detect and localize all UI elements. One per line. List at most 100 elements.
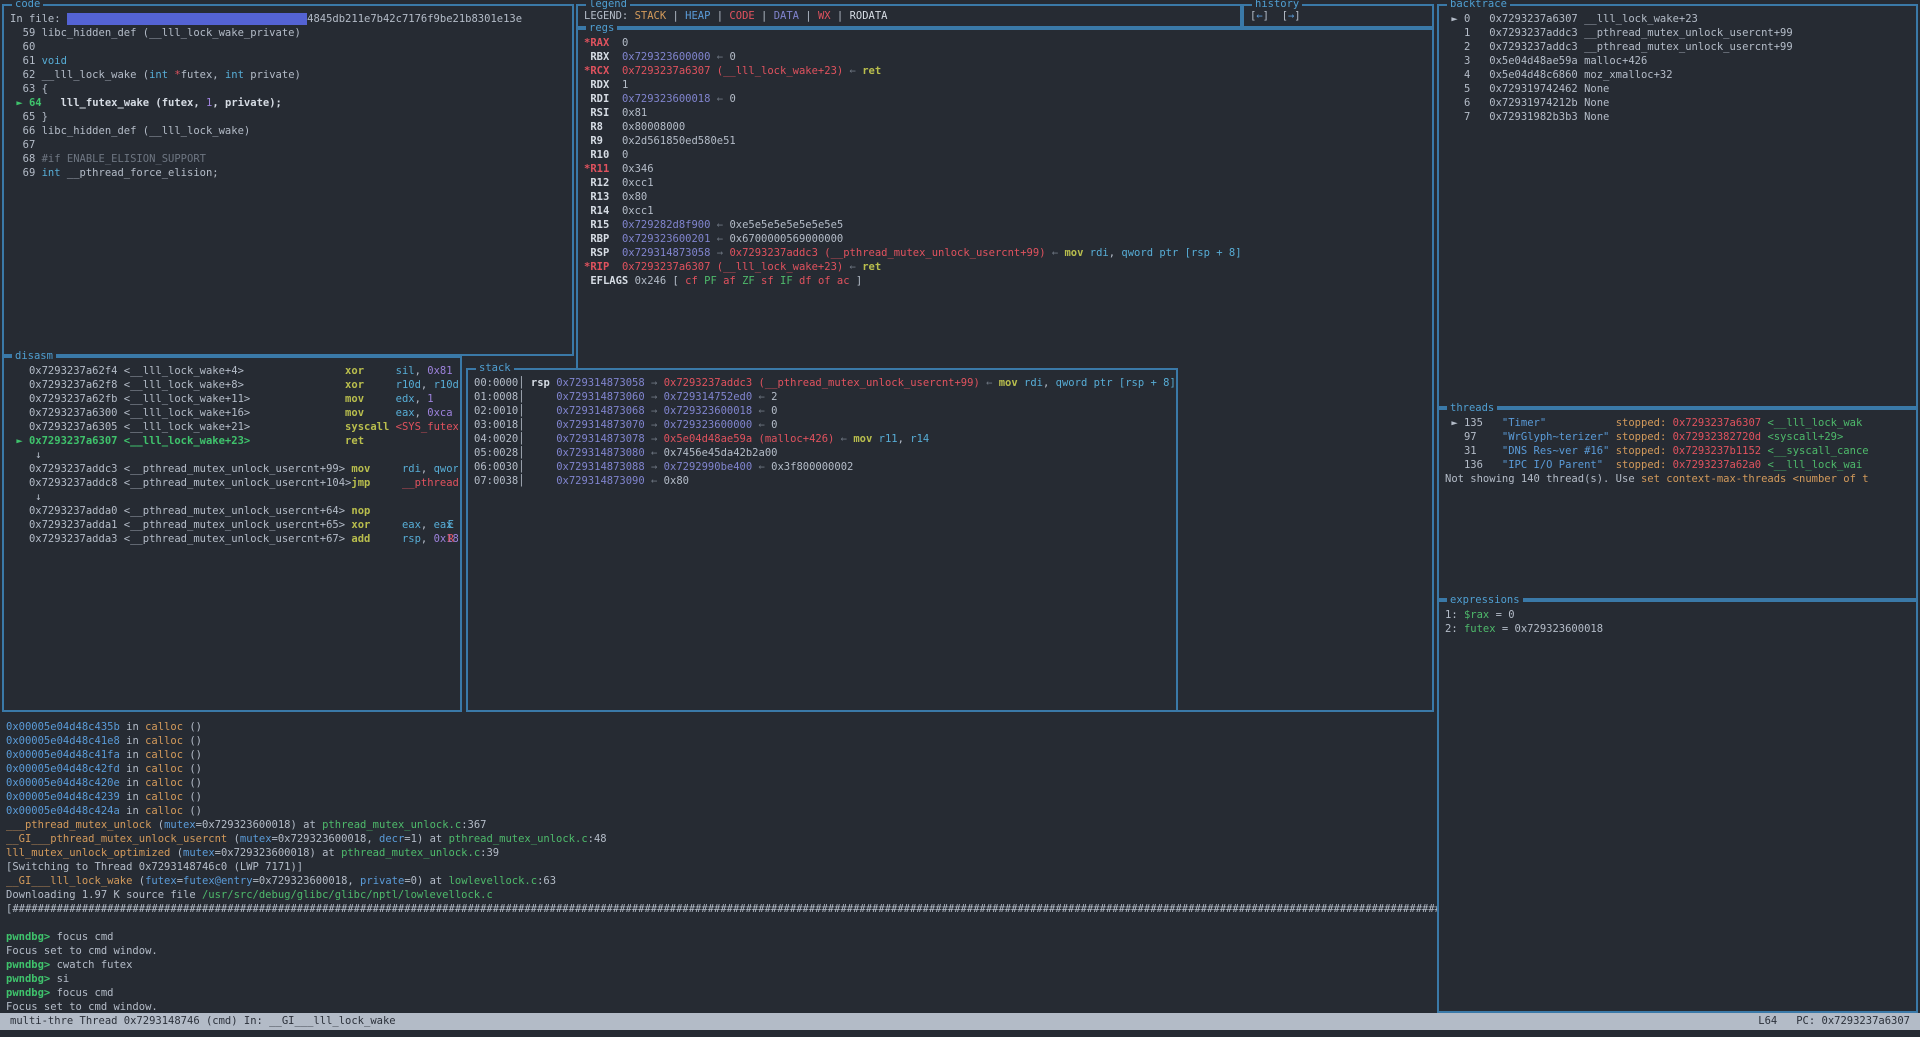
terminal-text-segment: int xyxy=(149,69,168,81)
terminal-text-segment: 0x7293237adda0 <__pthread_mutex_unlock_u… xyxy=(10,505,351,517)
command-output-window[interactable]: 0x00005e04d48c435b in calloc ()0x00005e0… xyxy=(0,712,1437,1013)
terminal-text-segment: 0x81 xyxy=(609,107,647,119)
terminal-text-segment: __GI___pthread_mutex_unlock_usercnt xyxy=(6,833,227,845)
backtrace-panel-body: ► 0 0x7293237a6307 __lll_lock_wake+23 1 … xyxy=(1439,6,1916,406)
terminal-text-segment: 0 xyxy=(729,51,735,63)
terminal-text-segment: 0x729323600018 xyxy=(622,93,711,105)
terminal-text-segment: ► 0x7293237a6307 <__lll_lock_wake+23> xyxy=(10,435,345,447)
history-arrows[interactable]: [←] [→] xyxy=(1244,6,1432,26)
terminal-line: RSI 0x81 xyxy=(584,106,1430,120)
pwndbg-terminal: code In file: 4845db211e7b42c7176f9be21b… xyxy=(0,0,1920,1037)
terminal-text-segment: :39 xyxy=(480,847,499,859)
terminal-text-segment: DATA xyxy=(774,10,799,22)
terminal-text-segment: | xyxy=(666,10,685,22)
terminal-text-segment: In file: xyxy=(10,13,67,25)
terminal-text-segment: "DNS Res~ver #16" xyxy=(1502,445,1609,457)
terminal-text-segment: ( xyxy=(151,819,164,831)
terminal-text-segment: mov xyxy=(345,407,364,419)
status-bar: multi-thre Thread 0x7293148746 (cmd) In:… xyxy=(0,1013,1920,1030)
terminal-line xyxy=(6,916,1437,930)
terminal-text-segment: 0x729282d8f900 xyxy=(622,219,711,231)
terminal-text-segment: 0 xyxy=(771,405,777,417)
terminal-line: ► 64 lll_futex_wake (futex, 1, private); xyxy=(10,96,570,110)
terminal-text-segment: RDX xyxy=(584,79,609,91)
terminal-text-segment: ► 135 xyxy=(1445,417,1502,429)
terminal-text-segment: () xyxy=(183,735,202,747)
terminal-text-segment: ← xyxy=(752,419,771,431)
terminal-text-segment: ] xyxy=(1294,10,1300,22)
terminal-text-segment: <__lll_lock_wai xyxy=(1767,459,1862,471)
stack-panel: stack 00:0000│ rsp 0x729314873058 → 0x72… xyxy=(466,368,1178,712)
terminal-text-segment: HEAP xyxy=(685,10,710,22)
terminal-text-segment: R15 xyxy=(584,219,609,231)
terminal-text-segment: R13 xyxy=(584,191,609,203)
terminal-line: R12 0xcc1 xyxy=(584,176,1430,190)
terminal-line: pwndbg> si xyxy=(6,972,1437,986)
terminal-text-segment: , xyxy=(421,463,434,475)
terminal-text-segment: private) xyxy=(244,69,301,81)
terminal-text-segment: rsp xyxy=(402,533,421,545)
terminal-text-segment: qword ptr xyxy=(434,463,458,475)
terminal-text-segment: ← xyxy=(980,377,999,389)
terminal-text-segment: 61 xyxy=(10,55,42,67)
terminal-text-segment: RSP xyxy=(584,247,609,259)
terminal-line: 6 0x72931974212b None xyxy=(1445,96,1914,110)
terminal-text-segment: 04:0020│ xyxy=(474,433,556,445)
terminal-text-segment: | xyxy=(710,10,729,22)
terminal-line: RSP 0x729314873058 → 0x7293237addc3 (__p… xyxy=(584,246,1430,260)
history-panel[interactable]: history [←] [→] xyxy=(1242,4,1434,28)
terminal-text-segment xyxy=(609,65,622,77)
terminal-text-segment: ] xyxy=(850,275,863,287)
terminal-line: [#######################################… xyxy=(6,902,1437,916)
terminal-line: 63 { xyxy=(10,82,570,96)
terminal-text-segment: R8 xyxy=(584,121,609,133)
terminal-text-segment: 0x729314873070 xyxy=(556,419,645,431)
terminal-text-segment: nop xyxy=(351,505,370,517)
terminal-text-segment: af xyxy=(723,275,742,287)
terminal-text-segment: ] [ xyxy=(1263,10,1288,22)
terminal-text-segment: ← xyxy=(710,51,729,63)
terminal-text-segment: , private); xyxy=(212,97,282,109)
terminal-text-segment: calloc xyxy=(145,721,183,733)
terminal-text-segment: 63 { xyxy=(10,83,48,95)
terminal-text-segment: , xyxy=(421,379,434,391)
terminal-text-segment: mov xyxy=(1064,247,1083,259)
terminal-text-segment: 0x81 xyxy=(427,365,452,377)
legend-panel-body: LEGEND: STACK | HEAP | CODE | DATA | WX … xyxy=(578,6,1240,26)
terminal-line: 5 0x729319742462 None xyxy=(1445,82,1914,96)
terminal-text-segment: ret xyxy=(862,261,881,273)
terminal-text-segment: 01:0008│ xyxy=(474,391,556,403)
code-panel-title: code xyxy=(12,0,43,11)
terminal-text-segment: 0x7293237addc3 <__pthread_mutex_unlock_u… xyxy=(10,463,351,475)
terminal-text-segment: 3 0x5e04d48ae59a malloc+426 xyxy=(1445,55,1647,67)
terminal-text-segment: 0x00005e04d48c41e8 xyxy=(6,735,120,747)
terminal-text-segment: 0x729314873058 xyxy=(622,247,711,259)
terminal-line: __GI___lll_lock_wake (futex=futex@entry=… xyxy=(6,874,1437,888)
legend-panel: legend LEGEND: STACK | HEAP | CODE | DAT… xyxy=(576,4,1242,28)
terminal-text-segment: CODE xyxy=(729,10,754,22)
terminal-line: 0x7293237addc3 <__pthread_mutex_unlock_u… xyxy=(10,462,458,476)
terminal-text-segment: sil xyxy=(396,365,415,377)
terminal-text-segment: rsp xyxy=(531,377,550,389)
terminal-line: 59 libc_hidden_def (__lll_lock_wake_priv… xyxy=(10,26,570,40)
terminal-text-segment: 0x7293237a62a0 xyxy=(1673,459,1762,471)
terminal-text-segment: ← xyxy=(710,93,729,105)
terminal-line: 0x7293237a62f8 <__lll_lock_wake+8> xor r… xyxy=(10,378,458,392)
terminal-text-segment: 1: xyxy=(1445,609,1464,621)
terminal-text-segment: 5 0x729319742462 None xyxy=(1445,83,1609,95)
terminal-text-segment xyxy=(1603,459,1616,471)
backtrace-panel: backtrace ► 0 0x7293237a6307 __lll_lock_… xyxy=(1437,4,1918,408)
terminal-text-segment: 0xcc1 xyxy=(609,177,653,189)
terminal-text-segment: lll_futex_wake (futex, xyxy=(48,97,206,109)
terminal-line: 03:0018│ 0x729314873070 → 0x729323600000… xyxy=(474,418,1174,432)
terminal-text-segment xyxy=(609,247,622,259)
terminal-text-segment: () xyxy=(183,791,202,803)
terminal-text-segment: 0x7293237a6307 xyxy=(1673,417,1762,429)
terminal-text-segment: 0x7292990be400 xyxy=(664,461,753,473)
terminal-text-segment: 0xe5e5e5e5e5e5e5e5 xyxy=(729,219,843,231)
terminal-line: 0x00005e04d48c4239 in calloc () xyxy=(6,790,1437,804)
terminal-line: ↓ xyxy=(10,490,458,504)
terminal-text-segment: "Timer" xyxy=(1502,417,1546,429)
terminal-line: R13 0x80 xyxy=(584,190,1430,204)
terminal-line: 69 int __pthread_force_elision; xyxy=(10,166,570,180)
